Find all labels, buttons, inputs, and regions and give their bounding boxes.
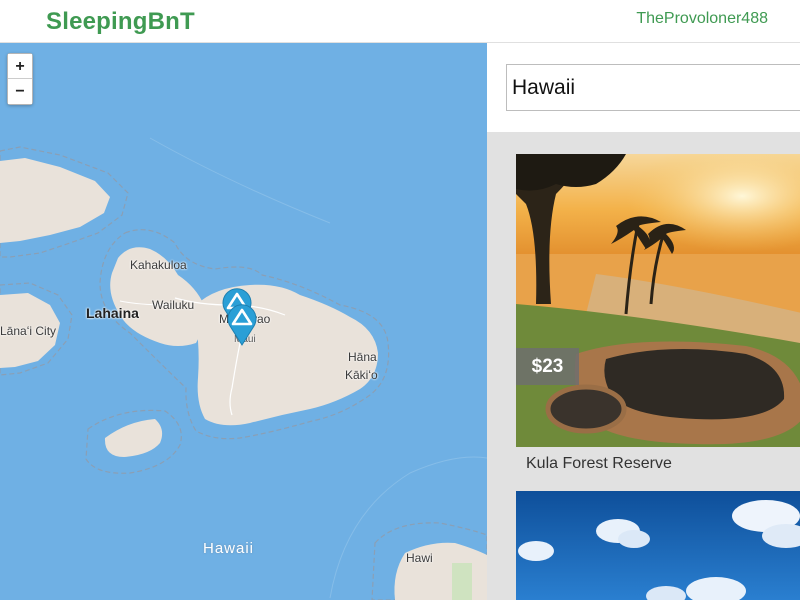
user-menu-link[interactable]: TheProvoloner488 [636, 10, 768, 28]
island-big-island-green [452, 563, 472, 600]
map-label-hawaii: Hawaii [203, 540, 255, 557]
listing-photo[interactable]: $23 [516, 154, 800, 447]
zoom-control: + − [7, 53, 33, 105]
listing-title[interactable]: Kula Forest Reserve [526, 455, 800, 473]
listing-photo-image [516, 154, 800, 447]
photo-hot-tub [545, 384, 627, 434]
listing-card[interactable]: $23 Kula Forest Reserve [516, 154, 800, 473]
zoom-out-button[interactable]: − [8, 79, 32, 104]
brand-logo[interactable]: SleepingBnT [46, 8, 195, 36]
photo-cloud [618, 530, 650, 548]
campsite-marker-icon[interactable] [225, 302, 259, 346]
map-label-lahaina: Lahaina [86, 305, 139, 321]
photo-cloud [518, 541, 554, 561]
search-input[interactable] [506, 64, 800, 111]
map-label-hana: Hāna [348, 350, 377, 364]
listing-photo-image [516, 491, 800, 600]
listings-panel[interactable]: $23 Kula Forest Reserve [487, 43, 800, 600]
map-label-lanai-city: Lānaʻi City [0, 324, 57, 338]
zoom-in-button[interactable]: + [8, 54, 32, 79]
map-label-kahakuloa: Kahakuloa [130, 258, 187, 272]
search-bar [487, 43, 800, 132]
map-label-wailuku: Wailuku [152, 298, 195, 312]
map-label-kakio: Kākiʻo [345, 368, 378, 382]
top-navbar: SleepingBnT TheProvoloner488 [0, 0, 800, 43]
map-label-hawi: Hawi [406, 551, 433, 565]
map-view[interactable]: + − Kahakuloa Lahaina Wailuku Makawao Ma… [0, 43, 487, 600]
listing-card[interactable] [516, 491, 800, 600]
price-badge: $23 [516, 348, 579, 385]
listing-photo[interactable] [516, 491, 800, 600]
